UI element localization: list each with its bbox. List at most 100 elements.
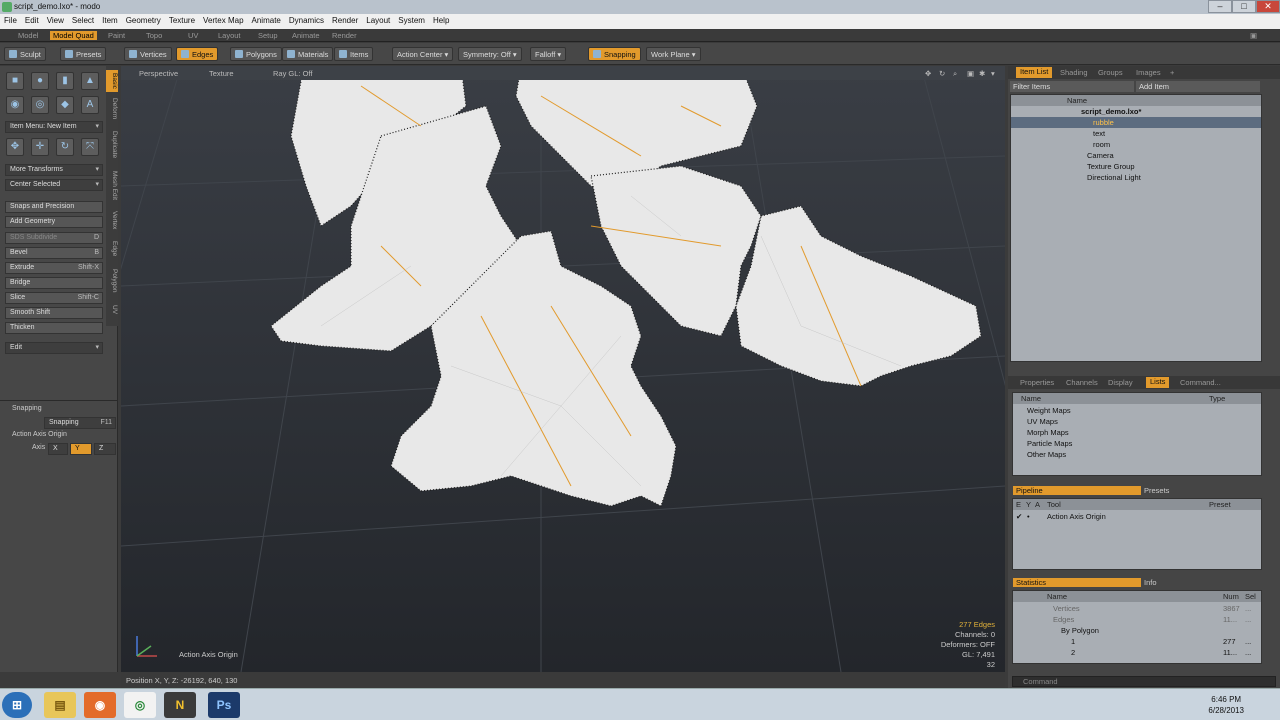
sphere-icon[interactable]: ●: [31, 72, 49, 90]
ray-gl-dropdown[interactable]: Ray GL: Off: [273, 69, 312, 78]
snapping-toggle[interactable]: Snapping: [588, 47, 641, 61]
vtab-duplicate[interactable]: Duplicate: [106, 128, 118, 162]
edges-button[interactable]: Edges: [176, 47, 219, 61]
tree-item-rubble[interactable]: rubble: [1011, 117, 1261, 128]
item-menu-dropdown[interactable]: Item Menu: New Item ▾: [5, 121, 103, 133]
snapping-field[interactable]: Snapping F11: [44, 417, 116, 429]
fit-icon[interactable]: ▣: [967, 69, 974, 78]
system-clock[interactable]: 6:46 PM 6/28/2013: [1208, 694, 1244, 716]
layout-tab-layout[interactable]: Layout: [218, 31, 241, 40]
command-input[interactable]: Command: [1012, 676, 1276, 687]
action-center-dropdown[interactable]: Action Center ▾: [392, 47, 454, 61]
menu-geometry[interactable]: Geometry: [122, 14, 165, 25]
3d-viewport[interactable]: Action Axis Origin 277 Edges Channels: 0…: [121, 66, 1005, 672]
tab-shading[interactable]: Shading: [1060, 68, 1088, 77]
extrude-button[interactable]: Extrude Shift-X: [5, 262, 103, 274]
enabled-check-icon[interactable]: ✔: [1016, 511, 1022, 522]
statistics-table[interactable]: Name Num Sel Vertices 3867... Edges 11....…: [1012, 590, 1262, 664]
stat-row-vertices[interactable]: Vertices 3867...: [1013, 603, 1261, 614]
more-transforms-dropdown[interactable]: More Transforms ▾: [5, 164, 103, 176]
maximize-button[interactable]: □: [1232, 0, 1256, 13]
axis-z-toggle[interactable]: Z: [94, 443, 116, 455]
layout-tab-topo[interactable]: Topo: [146, 31, 162, 40]
scale-icon[interactable]: ⤧: [81, 138, 99, 156]
list-particle-maps[interactable]: Particle Maps: [1013, 438, 1261, 449]
edit-dropdown[interactable]: Edit ▾: [5, 342, 103, 354]
transform-icon[interactable]: ✛: [31, 138, 49, 156]
vtab-polygon[interactable]: Polygon: [106, 266, 118, 296]
shading-dropdown[interactable]: Texture: [209, 69, 234, 78]
tab-presets[interactable]: Presets: [1144, 486, 1169, 495]
menu-system[interactable]: System: [394, 14, 429, 25]
filter-items-dropdown[interactable]: Filter Items: [1010, 81, 1134, 92]
chrome-icon[interactable]: ◎: [124, 692, 156, 718]
orbit-icon[interactable]: ↻: [939, 69, 945, 78]
capsule-icon[interactable]: ◉: [6, 96, 24, 114]
menu-item[interactable]: Item: [98, 14, 122, 25]
menu-texture[interactable]: Texture: [165, 14, 199, 25]
center-selected-dropdown[interactable]: Center Selected ▾: [5, 179, 103, 191]
snaps-precision-button[interactable]: Snaps and Precision: [5, 201, 103, 213]
sculpt-button[interactable]: Sculpt: [4, 47, 46, 61]
add-item-dropdown[interactable]: Add Item: [1136, 81, 1260, 92]
vtab-uv[interactable]: UV: [106, 302, 118, 318]
stat-row-1[interactable]: 1 277...: [1013, 636, 1261, 647]
start-button[interactable]: ⊞: [2, 692, 32, 718]
menu-layout[interactable]: Layout: [362, 14, 394, 25]
firefox-icon[interactable]: ◉: [84, 692, 116, 718]
symmetry-dropdown[interactable]: Symmetry: Off ▾: [458, 47, 522, 61]
vtab-edge[interactable]: Edge: [106, 238, 118, 260]
vtab-mesh-edit[interactable]: Mesh Edit: [106, 168, 118, 202]
tree-item-directional-light[interactable]: Directional Light: [1011, 172, 1261, 183]
sds-subdivide-button[interactable]: SDS Subdivide D: [5, 232, 103, 244]
minimize-button[interactable]: –: [1208, 0, 1232, 13]
menu-render[interactable]: Render: [328, 14, 362, 25]
stat-row-2[interactable]: 2 11......: [1013, 647, 1261, 658]
tab-pipeline[interactable]: Pipeline: [1013, 486, 1141, 495]
viewport-options-icon[interactable]: ✱: [979, 69, 985, 78]
menu-file[interactable]: File: [0, 14, 21, 25]
list-other-maps[interactable]: Other Maps: [1013, 449, 1261, 460]
viewport-maximize-icon[interactable]: ▾: [991, 69, 995, 78]
tab-lists[interactable]: Lists: [1146, 377, 1170, 388]
tree-item-scene[interactable]: script_demo.lxo*: [1011, 106, 1261, 117]
layout-tab-paint[interactable]: Paint: [108, 31, 125, 40]
tab-display[interactable]: Display: [1108, 378, 1133, 387]
lists-type-header[interactable]: Type: [1209, 393, 1249, 404]
vertices-button[interactable]: Vertices: [124, 47, 172, 61]
tree-item-texture-group[interactable]: Texture Group: [1011, 161, 1261, 172]
tab-properties[interactable]: Properties: [1020, 378, 1054, 387]
items-button[interactable]: Items: [334, 47, 374, 61]
menu-help[interactable]: Help: [429, 14, 453, 25]
menu-animate[interactable]: Animate: [248, 14, 285, 25]
zoom-icon[interactable]: ⌕: [953, 69, 957, 79]
slice-button[interactable]: Slice Shift-C: [5, 292, 103, 304]
list-weight-maps[interactable]: Weight Maps: [1013, 405, 1261, 416]
torus-icon[interactable]: ◎: [31, 96, 49, 114]
thicken-button[interactable]: Thicken: [5, 322, 103, 334]
falloff-dropdown[interactable]: Falloff ▾: [530, 47, 567, 61]
pipeline-row[interactable]: ✔ • Action Axis Origin: [1013, 511, 1261, 522]
vtab-vertex[interactable]: Vertex: [106, 208, 118, 232]
cube-icon[interactable]: ■: [6, 72, 24, 90]
menu-dynamics[interactable]: Dynamics: [285, 14, 328, 25]
lists-tree[interactable]: Name Type Weight Maps UV Maps Morph Maps…: [1012, 392, 1262, 476]
cone-icon[interactable]: ▲: [81, 72, 99, 90]
tab-statistics[interactable]: Statistics: [1013, 578, 1141, 587]
add-tab-button[interactable]: +: [1170, 68, 1174, 77]
axis-x-toggle[interactable]: X: [48, 443, 68, 455]
tab-images[interactable]: Images: [1136, 68, 1161, 77]
bevel-button[interactable]: Bevel B: [5, 247, 103, 259]
tab-info[interactable]: Info: [1144, 578, 1157, 587]
norton-icon[interactable]: N: [164, 692, 196, 718]
list-morph-maps[interactable]: Morph Maps: [1013, 427, 1261, 438]
bridge-button[interactable]: Bridge: [5, 277, 103, 289]
layout-tab-model-quad[interactable]: Model Quad: [50, 31, 97, 40]
pipeline-table[interactable]: E Y A Tool Preset ✔ • Action Axis Origin: [1012, 498, 1262, 570]
menu-select[interactable]: Select: [68, 14, 98, 25]
layout-tab-render[interactable]: Render: [332, 31, 357, 40]
layout-tab-model[interactable]: Model: [18, 31, 38, 40]
layout-options-icon[interactable]: ▣: [1250, 31, 1257, 40]
tree-item-room[interactable]: room: [1011, 139, 1261, 150]
pen-icon[interactable]: ◆: [56, 96, 74, 114]
